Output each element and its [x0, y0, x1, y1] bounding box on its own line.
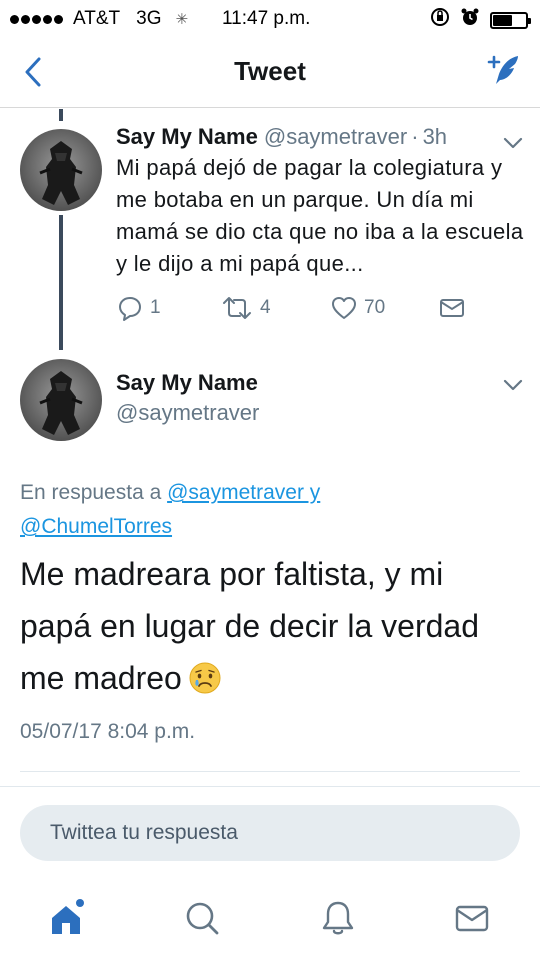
tab-search[interactable]: [174, 890, 230, 946]
avatar[interactable]: [20, 129, 102, 211]
signal-strength-icon: [10, 14, 63, 24]
author-name[interactable]: Say My Name: [116, 124, 258, 149]
status-time: 11:47 p.m.: [222, 8, 311, 29]
reply-button[interactable]: 1: [116, 294, 161, 322]
reply-placeholder: Twittea tu respuesta: [50, 821, 238, 844]
tweet-text: Mi papá dejó de pagar la colegiatura y m…: [116, 155, 524, 276]
chevron-down-icon: [503, 379, 523, 391]
search-icon: [186, 902, 219, 935]
reply-input[interactable]: Twittea tu respuesta: [20, 805, 520, 861]
tweet-actions: 1 4 70: [116, 292, 476, 324]
home-icon: [52, 899, 84, 934]
mention-link[interactable]: @saymetraver y: [167, 481, 320, 504]
reply-icon: [119, 297, 141, 321]
tweet-options-button[interactable]: [500, 372, 526, 398]
author-name[interactable]: Say My Name: [116, 370, 258, 396]
retweet-button[interactable]: 4: [220, 294, 271, 322]
tab-bar: [0, 876, 540, 960]
mention-link[interactable]: @ChumelTorres: [20, 515, 172, 538]
sad-face-emoji-icon: [189, 662, 221, 694]
chevron-left-icon: [25, 57, 41, 87]
separator: ·: [411, 124, 419, 149]
page-title: Tweet: [234, 56, 306, 86]
divider: [20, 771, 520, 772]
thread-connector-top: [59, 109, 63, 121]
divider: [0, 786, 540, 787]
reply-context-prefix: En respuesta a: [20, 481, 168, 504]
reply-count: 1: [150, 297, 161, 318]
envelope-icon: [440, 299, 464, 317]
network-type-label: 3G: [136, 8, 162, 29]
tab-home[interactable]: [38, 890, 94, 946]
retweet-count: 4: [260, 297, 271, 318]
heart-icon: [332, 297, 356, 319]
thread-connector: [59, 215, 63, 350]
tweet-time: 3h: [422, 124, 448, 149]
avatar[interactable]: [20, 359, 102, 441]
carrier-label: AT&T: [73, 8, 121, 29]
retweet-icon: [223, 297, 251, 319]
activity-spinner-icon: ✳: [175, 11, 189, 28]
battery-icon: [490, 11, 531, 29]
compose-tweet-icon: [487, 55, 518, 84]
status-bar: AT&T 3G ✳ 11:47 p.m.: [0, 0, 540, 36]
back-button[interactable]: [16, 54, 52, 90]
tweet-datetime: 05/07/17 8:04 p.m.: [20, 720, 196, 743]
tab-notifications[interactable]: [310, 890, 366, 946]
tweet-text: Me madreara por faltista, y mi papá en l…: [20, 548, 520, 704]
alarm-icon: [460, 7, 480, 33]
tab-messages[interactable]: [444, 890, 500, 946]
status-right: [430, 7, 531, 33]
compose-tweet-button[interactable]: [482, 50, 524, 92]
like-count: 70: [364, 297, 386, 318]
reply-context: En respuesta a @saymetraver y @ChumelTor…: [20, 476, 520, 544]
like-button[interactable]: 70: [330, 294, 385, 322]
notifications-icon: [322, 901, 354, 935]
status-left: AT&T 3G ✳: [10, 8, 188, 30]
battery-fill: [493, 14, 512, 26]
tweet-header: Say My Name @saymetraver · 3h: [116, 124, 526, 150]
author-handle[interactable]: @saymetraver: [116, 400, 259, 426]
author-handle[interactable]: @saymetraver: [264, 124, 407, 149]
messages-icon: [455, 905, 489, 932]
tweet-text-body: Me madreara por faltista, y mi papá en l…: [20, 556, 479, 696]
direct-message-button[interactable]: [438, 294, 466, 322]
nav-header: Tweet: [0, 36, 540, 108]
rotation-lock-icon: [430, 7, 450, 33]
